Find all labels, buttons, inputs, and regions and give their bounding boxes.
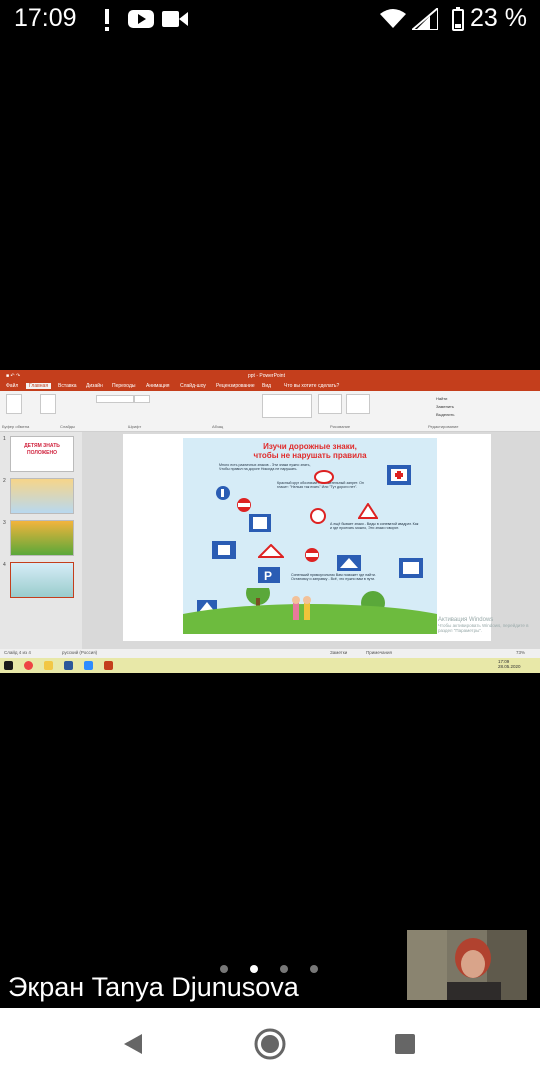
status-bar: 17:09 23 % (0, 0, 540, 40)
grass-and-trees-illustration (183, 588, 437, 634)
replace-button[interactable]: Заменить (436, 404, 454, 409)
language-indicator: русский (Россия) (62, 650, 98, 655)
tab-file[interactable]: Файл (6, 383, 18, 389)
watermark-line-2: Чтобы активировать Windows, перейдите в … (438, 623, 529, 633)
pedestrian-sign-icon (216, 486, 230, 500)
group-label-slides: Слайды (60, 424, 75, 429)
tab-animation[interactable]: Анимация (146, 383, 169, 389)
new-slide-button[interactable] (40, 394, 56, 414)
windows-start-icon[interactable] (4, 661, 13, 670)
restroom-sign-icon (399, 558, 423, 578)
powerpoint-icon[interactable] (104, 661, 113, 670)
home-circle-icon[interactable] (253, 1027, 287, 1061)
find-button[interactable]: Найти (436, 396, 447, 401)
window-title: ppt - PowerPoint (248, 373, 285, 379)
word-icon[interactable] (64, 661, 73, 670)
slide-counter: Слайд 4 из 4 (4, 650, 31, 655)
parking-sign-icon: P (258, 567, 280, 583)
wifi-icon (380, 9, 406, 28)
group-label-editing: Редактирование (428, 424, 459, 429)
page-indicator-dot-4[interactable] (310, 965, 318, 973)
battery-icon (452, 7, 464, 31)
slide-thumbnail-1[interactable]: ДЕТЯМ ЗНАТЬ ПОЛОЖЕНО (10, 436, 74, 472)
zoom-app-icon[interactable] (84, 661, 93, 670)
road-signs-poster: Изучи дорожные знаки, чтобы не нарушать … (183, 438, 437, 634)
exclamation-icon (105, 9, 109, 31)
zoom-level[interactable]: 73% (516, 650, 525, 655)
video-camera-icon (162, 11, 188, 27)
tab-slideshow[interactable]: Слайд-шоу (180, 383, 206, 389)
poster-title: Изучи дорожные знаки, чтобы не нарушать … (183, 442, 437, 460)
battery-percent: 23 % (470, 4, 527, 32)
comments-button[interactable]: Примечания (366, 650, 392, 655)
status-time: 17:09 (14, 4, 77, 32)
crosswalk-sign-icon (337, 555, 361, 571)
taskbar-date: 28.05.2020 (498, 664, 521, 669)
select-button[interactable]: Выделить (436, 412, 454, 417)
poem-block-3: А ещё бывает знаки - Виды в синеватой кв… (330, 522, 419, 531)
tab-view[interactable]: Вид (262, 383, 271, 389)
window-title-bar: ppt - PowerPoint ■ ↶ ↷ (0, 370, 540, 382)
children-warning-sign-icon (258, 544, 284, 558)
phone-sign-icon (249, 514, 271, 532)
poster-title-line-2: чтобы не нарушать правила (253, 451, 367, 460)
slide-thumbnail-pane: 1 ДЕТЯМ ЗНАТЬ ПОЛОЖЕНО 2 3 4 (0, 432, 82, 650)
font-size-select[interactable] (134, 395, 150, 403)
quick-styles-button[interactable] (346, 394, 370, 414)
tab-insert[interactable]: Вставка (58, 383, 77, 389)
ribbon-tabs: Файл Главная Вставка Дизайн Переходы Ани… (0, 382, 540, 391)
poem-block-1: Много есть различных знаков - Эти знаки … (219, 463, 311, 472)
poem-block-4: Синенький прямоугольник Вам поможет где … (291, 573, 376, 582)
tab-transitions[interactable]: Переходы (112, 383, 135, 389)
info-sign-icon (212, 541, 236, 559)
arrange-button[interactable] (318, 394, 342, 414)
thumb-caption: ДЕТЯМ ЗНАТЬ ПОЛОЖЕНО (24, 443, 60, 456)
shapes-gallery[interactable] (262, 394, 312, 418)
youtube-icon (128, 10, 154, 28)
thumb-number: 2 (3, 478, 6, 484)
font-name-select[interactable] (96, 395, 134, 403)
slide-thumbnail-2[interactable] (10, 478, 74, 514)
slide-thumbnail-4[interactable] (10, 562, 74, 598)
ppt-status-bar: Слайд 4 из 4 русский (Россия) Заметки Пр… (0, 649, 540, 658)
screen-share-owner-label: Экран Tanya Djunusova (8, 972, 299, 1002)
ribbon-search[interactable]: Что вы хотите сделать? (284, 383, 339, 389)
tab-review[interactable]: Рецензирование (216, 383, 255, 389)
slide-thumbnail-3[interactable] (10, 520, 74, 556)
signal-icon (412, 8, 438, 30)
poster-title-line-1: Изучи дорожные знаки, (263, 442, 357, 451)
tab-home[interactable]: Главная (26, 383, 52, 389)
paste-button[interactable] (6, 394, 22, 414)
thumb-number: 1 (3, 436, 6, 442)
participant-video-thumbnail[interactable] (407, 930, 527, 1000)
no-overtaking-sign-icon (314, 470, 334, 484)
group-label-clipboard: Буфер обмена (2, 424, 30, 429)
warning-sign-icon (358, 503, 378, 519)
recents-square-icon[interactable] (394, 1033, 416, 1055)
group-label-paragraph: Абзац (212, 424, 224, 429)
no-entry-sign-icon (237, 498, 251, 512)
tab-design[interactable]: Дизайн (86, 383, 103, 389)
chrome-icon[interactable] (24, 661, 33, 670)
taskbar-clock: 17:09 28.05.2020 (498, 659, 521, 669)
android-navigation-bar (0, 1008, 540, 1080)
ribbon-body: Буфер обмена Слайды Шрифт Абзац Рисовани… (0, 391, 540, 432)
notes-button[interactable]: Заметки (330, 650, 347, 655)
no-pedestrians-sign-icon (310, 508, 326, 524)
group-label-font: Шрифт (128, 424, 142, 429)
thumb-number: 3 (3, 520, 6, 526)
svg-text:P: P (264, 569, 272, 583)
stop-sign-icon (305, 548, 319, 562)
windows-taskbar: 17:09 28.05.2020 (0, 658, 540, 673)
participant-video-icon (407, 930, 527, 1000)
windows-activation-watermark: Активация Windows Чтобы активировать Win… (438, 617, 540, 633)
file-explorer-icon[interactable] (44, 661, 53, 670)
thumb-number: 4 (3, 562, 6, 568)
group-label-drawing: Рисование (330, 424, 351, 429)
first-aid-sign-icon (387, 465, 411, 485)
save-icon[interactable]: ■ ↶ ↷ (6, 373, 20, 379)
back-triangle-icon[interactable] (122, 1032, 144, 1056)
